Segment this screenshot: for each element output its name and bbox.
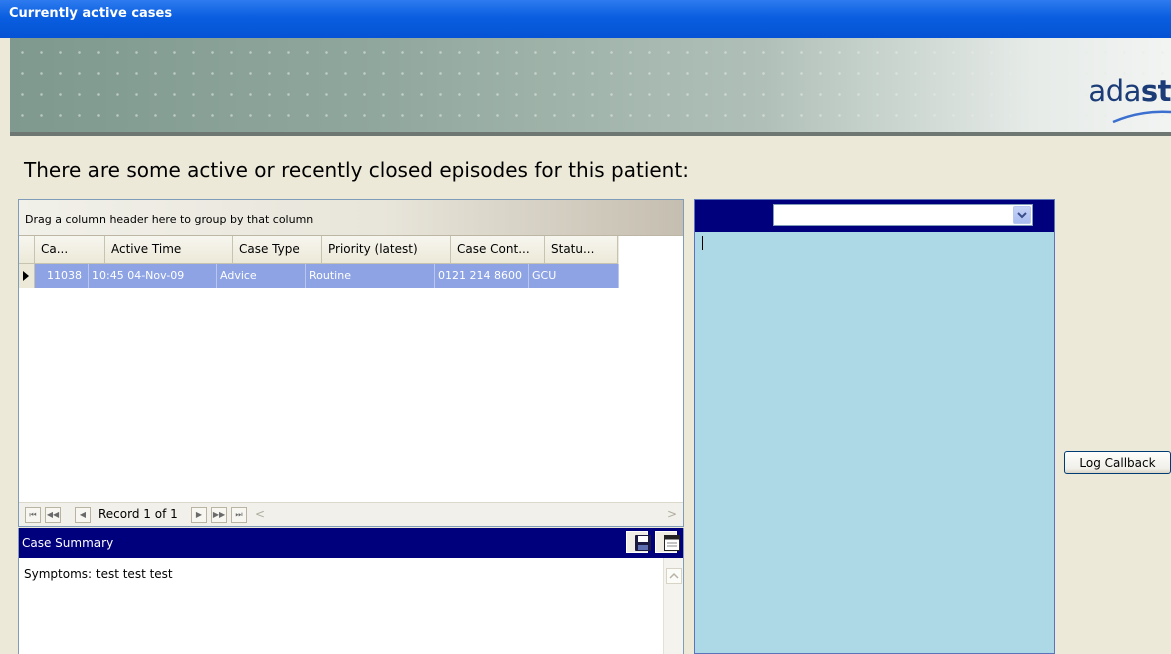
chevron-down-icon [1017,212,1027,219]
column-header-case-type[interactable]: Case Type [233,236,322,264]
save-icon [635,535,651,551]
cell-active-time[interactable]: 10:45 04-Nov-09 [89,264,217,288]
notes-dropdown[interactable] [773,204,1033,226]
notes-text-area[interactable] [695,232,1054,653]
window-title-bar: Currently active cases [0,0,1171,38]
case-summary-scrollbar[interactable] [663,558,683,654]
previous-page-button[interactable]: ◀◀ [45,507,61,523]
notes-panel-header [695,200,1054,232]
scroll-left-icon[interactable]: < [255,507,265,521]
fast-forward-icon: ▶▶ [212,510,226,519]
logo-swoosh-icon [1112,110,1171,124]
record-navigator: ⏮ ◀◀ ◀ Record 1 of 1 ▶ ▶▶ ⏭ < > [19,502,683,526]
next-record-button[interactable]: ▶ [191,507,207,523]
current-row-arrow-icon [23,271,29,281]
last-icon: ⏭ [235,510,243,519]
window-title: Currently active cases [9,6,173,21]
group-by-area[interactable]: Drag a column header here to group by th… [19,200,683,236]
row-indicator [19,264,35,288]
notes-panel [694,199,1055,654]
case-summary-panel: Case Summary Symptoms: test test test [18,528,684,654]
page-heading: There are some active or recently closed… [24,158,689,182]
table-row[interactable]: 11038 10:45 04-Nov-09 Advice Routine 012… [19,264,619,288]
column-header-active-time[interactable]: Active Time [105,236,233,264]
scroll-up-button[interactable] [666,568,682,584]
column-header-case-no[interactable]: Ca... [35,236,105,264]
header-banner: adast [10,38,1171,136]
first-icon: ⏮ [29,510,37,519]
next-icon: ▶ [195,510,203,519]
first-record-button[interactable]: ⏮ [25,507,41,523]
case-summary-header: Case Summary [19,528,683,558]
log-callback-button[interactable]: Log Callback [1064,451,1171,474]
row-indicator-header [19,236,35,264]
cell-status[interactable]: GCU [529,264,619,288]
chevron-up-icon [669,572,679,579]
cell-case-no[interactable]: 11038 [35,264,89,288]
column-header-case-contact[interactable]: Case Cont... [451,236,545,264]
column-header-status[interactable]: Statu... [545,236,618,264]
previous-record-button[interactable]: ◀ [75,507,91,523]
scroll-right-icon[interactable]: > [667,507,677,521]
record-count: Record 1 of 1 [98,507,178,521]
calendar-icon [664,535,680,551]
cell-case-contact[interactable]: 0121 214 8600 [435,264,529,288]
logo-text: adast [1088,74,1171,108]
column-header-priority[interactable]: Priority (latest) [322,236,451,264]
cell-priority[interactable]: Routine [306,264,435,288]
grid-header-row: Ca... Active Time Case Type Priority (la… [19,236,619,264]
dropdown-button[interactable] [1013,206,1031,224]
last-record-button[interactable]: ⏭ [231,507,247,523]
case-summary-title: Case Summary [22,536,114,550]
cell-case-type[interactable]: Advice [217,264,306,288]
rewind-icon: ◀◀ [46,510,60,519]
adastra-logo: adast [1081,64,1171,124]
cases-grid: Drag a column header here to group by th… [18,199,684,527]
window-button[interactable] [655,531,680,553]
case-summary-text[interactable]: Symptoms: test test test [19,558,683,581]
save-button[interactable] [626,531,651,553]
previous-icon: ◀ [79,510,87,519]
next-page-button[interactable]: ▶▶ [211,507,227,523]
